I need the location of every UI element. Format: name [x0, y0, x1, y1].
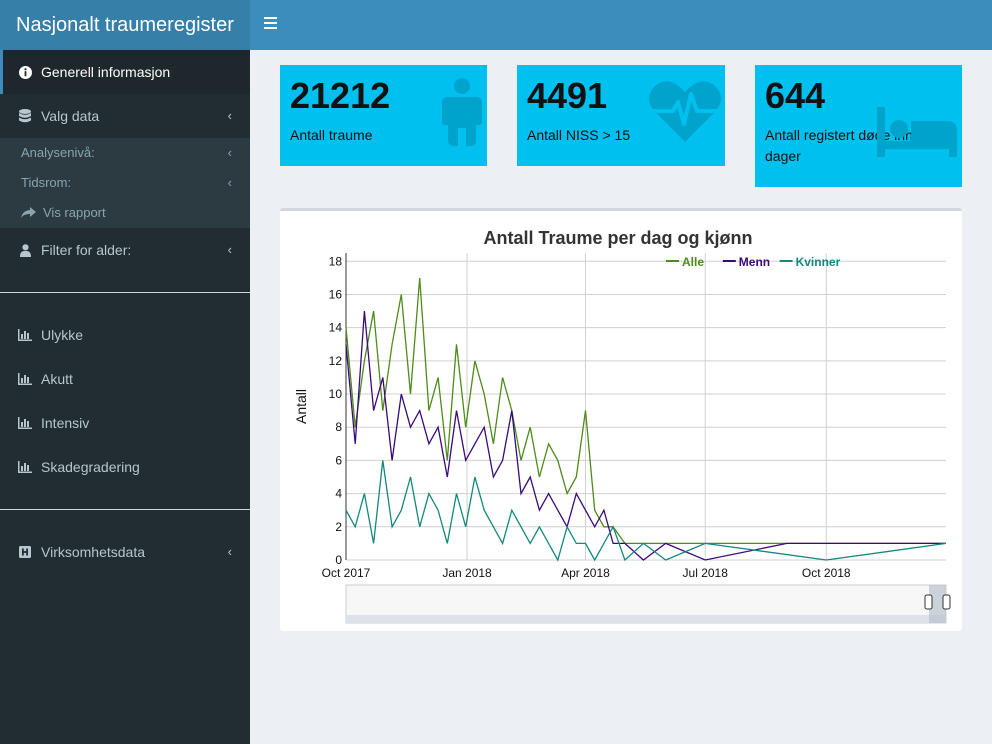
info-box-antall-traume: 21212 Antall traume	[280, 65, 487, 166]
bed-icon	[877, 107, 957, 157]
y-tick-label: 0	[335, 553, 342, 567]
submenu-item-analyseniva[interactable]: Analysenivå: ‹	[0, 138, 250, 168]
y-tick-label: 14	[329, 321, 343, 335]
range-handle-left	[924, 594, 933, 610]
sidebar-item-ulykke[interactable]: Ulykke	[0, 313, 250, 357]
chevron-left-icon: ‹	[227, 108, 232, 123]
sidebar-item-generell-informasjon[interactable]: Generell informasjon	[0, 50, 250, 94]
database-icon	[18, 109, 32, 123]
sidebar-item-label: Generell informasjon	[41, 64, 171, 80]
y-tick-label: 18	[329, 254, 343, 268]
x-tick-label: Apr 2018	[561, 566, 610, 580]
bar-chart-icon	[18, 460, 32, 474]
x-tick-label: Jul 2018	[683, 566, 729, 580]
x-tick-label: Oct 2018	[802, 566, 851, 580]
info-box-number: 4491	[527, 75, 608, 116]
chart-panel: Antall Traume per dag og kjønn 0 2 4 6 8 10 12 1…	[280, 208, 962, 631]
sidebar-item-label: Intensiv	[41, 415, 90, 431]
user-icon	[18, 243, 32, 257]
top-navbar	[250, 0, 992, 50]
info-box-label: Antall NISS > 15	[527, 127, 631, 143]
sidebar-item-virksomhetsdata[interactable]: Virksomhetsdata ‹	[0, 530, 250, 574]
x-tick-label: Jan 2018	[442, 566, 492, 580]
sidebar-divider	[0, 509, 250, 510]
info-box-antall-dode: 644 Antall registert døde innen 30 dager	[755, 65, 962, 187]
trauma-chart[interactable]: Antall Traume per dag og kjønn 0 2 4 6 8 10 12 1…	[280, 211, 962, 631]
sidebar: Generell informasjon Valg data ‹ Analyse…	[0, 50, 250, 744]
chevron-left-icon: ‹	[227, 175, 232, 190]
sidebar-item-skadegradering[interactable]: Skadegradering	[0, 445, 250, 489]
y-tick-label: 8	[335, 420, 342, 434]
male-icon	[442, 78, 482, 146]
hospital-icon	[18, 545, 32, 559]
info-box-label: Antall traume	[290, 127, 373, 143]
sidebar-item-label: Ulykke	[41, 327, 84, 343]
app-title[interactable]: Nasjonalt traumeregister	[0, 0, 250, 50]
legend-label: Menn	[739, 255, 770, 269]
range-selector-track	[346, 615, 946, 623]
y-axis-label: Antall	[293, 389, 309, 424]
legend-label: Kvinner	[796, 255, 841, 269]
info-box-number: 21212	[290, 75, 391, 116]
sidebar-divider	[0, 292, 250, 293]
vis-rapport-button[interactable]: Vis rapport	[0, 198, 250, 228]
sidebar-item-filter-alder[interactable]: Filter for alder: ‹	[0, 228, 250, 272]
y-tick-label: 10	[329, 387, 343, 401]
info-box-number: 644	[765, 75, 826, 116]
heartbeat-icon	[649, 81, 721, 142]
series-line-menn	[345, 311, 946, 561]
legend-label: Alle	[682, 255, 704, 269]
sidebar-item-intensiv[interactable]: Intensiv	[0, 401, 250, 445]
bar-chart-icon	[18, 372, 32, 386]
bar-chart-icon	[18, 416, 32, 430]
sidebar-item-valg-data[interactable]: Valg data ‹	[0, 94, 250, 138]
share-icon	[21, 200, 36, 230]
submenu-item-label: Analysenivå:	[21, 145, 95, 160]
x-tick-label: Oct 2017	[322, 566, 371, 580]
y-tick-label: 12	[329, 354, 343, 368]
submenu-item-tidsrom[interactable]: Tidsrom: ‹	[0, 168, 250, 198]
y-tick-label: 16	[329, 287, 343, 301]
range-handle-right	[942, 594, 951, 610]
info-circle-icon	[18, 65, 32, 79]
chevron-left-icon: ‹	[227, 242, 232, 257]
sidebar-item-label: Valg data	[41, 108, 100, 124]
bar-chart-icon	[18, 328, 32, 342]
submenu-valg-data: Analysenivå: ‹ Tidsrom: ‹ Vis rapport	[0, 138, 250, 228]
sidebar-item-akutt[interactable]: Akutt	[0, 357, 250, 401]
sidebar-toggle-icon[interactable]	[264, 17, 277, 31]
submenu-item-label: Vis rapport	[43, 205, 106, 220]
info-box-antall-niss: 4491 Antall NISS > 15	[517, 65, 725, 166]
y-tick-label: 2	[335, 520, 342, 534]
sidebar-item-label: Akutt	[41, 371, 73, 387]
chevron-left-icon: ‹	[227, 544, 232, 559]
sidebar-item-label: Virksomhetsdata	[41, 544, 146, 560]
series-line-kvinner	[345, 460, 947, 562]
series-line-alle	[345, 277, 946, 545]
chevron-left-icon: ‹	[227, 145, 232, 160]
y-tick-label: 6	[335, 453, 342, 467]
y-tick-label: 4	[335, 487, 342, 501]
submenu-item-label: Tidsrom:	[21, 175, 72, 190]
sidebar-item-label: Filter for alder:	[41, 242, 132, 258]
chart-title: Antall Traume per dag og kjønn	[483, 228, 752, 248]
sidebar-item-label: Skadegradering	[41, 459, 140, 475]
